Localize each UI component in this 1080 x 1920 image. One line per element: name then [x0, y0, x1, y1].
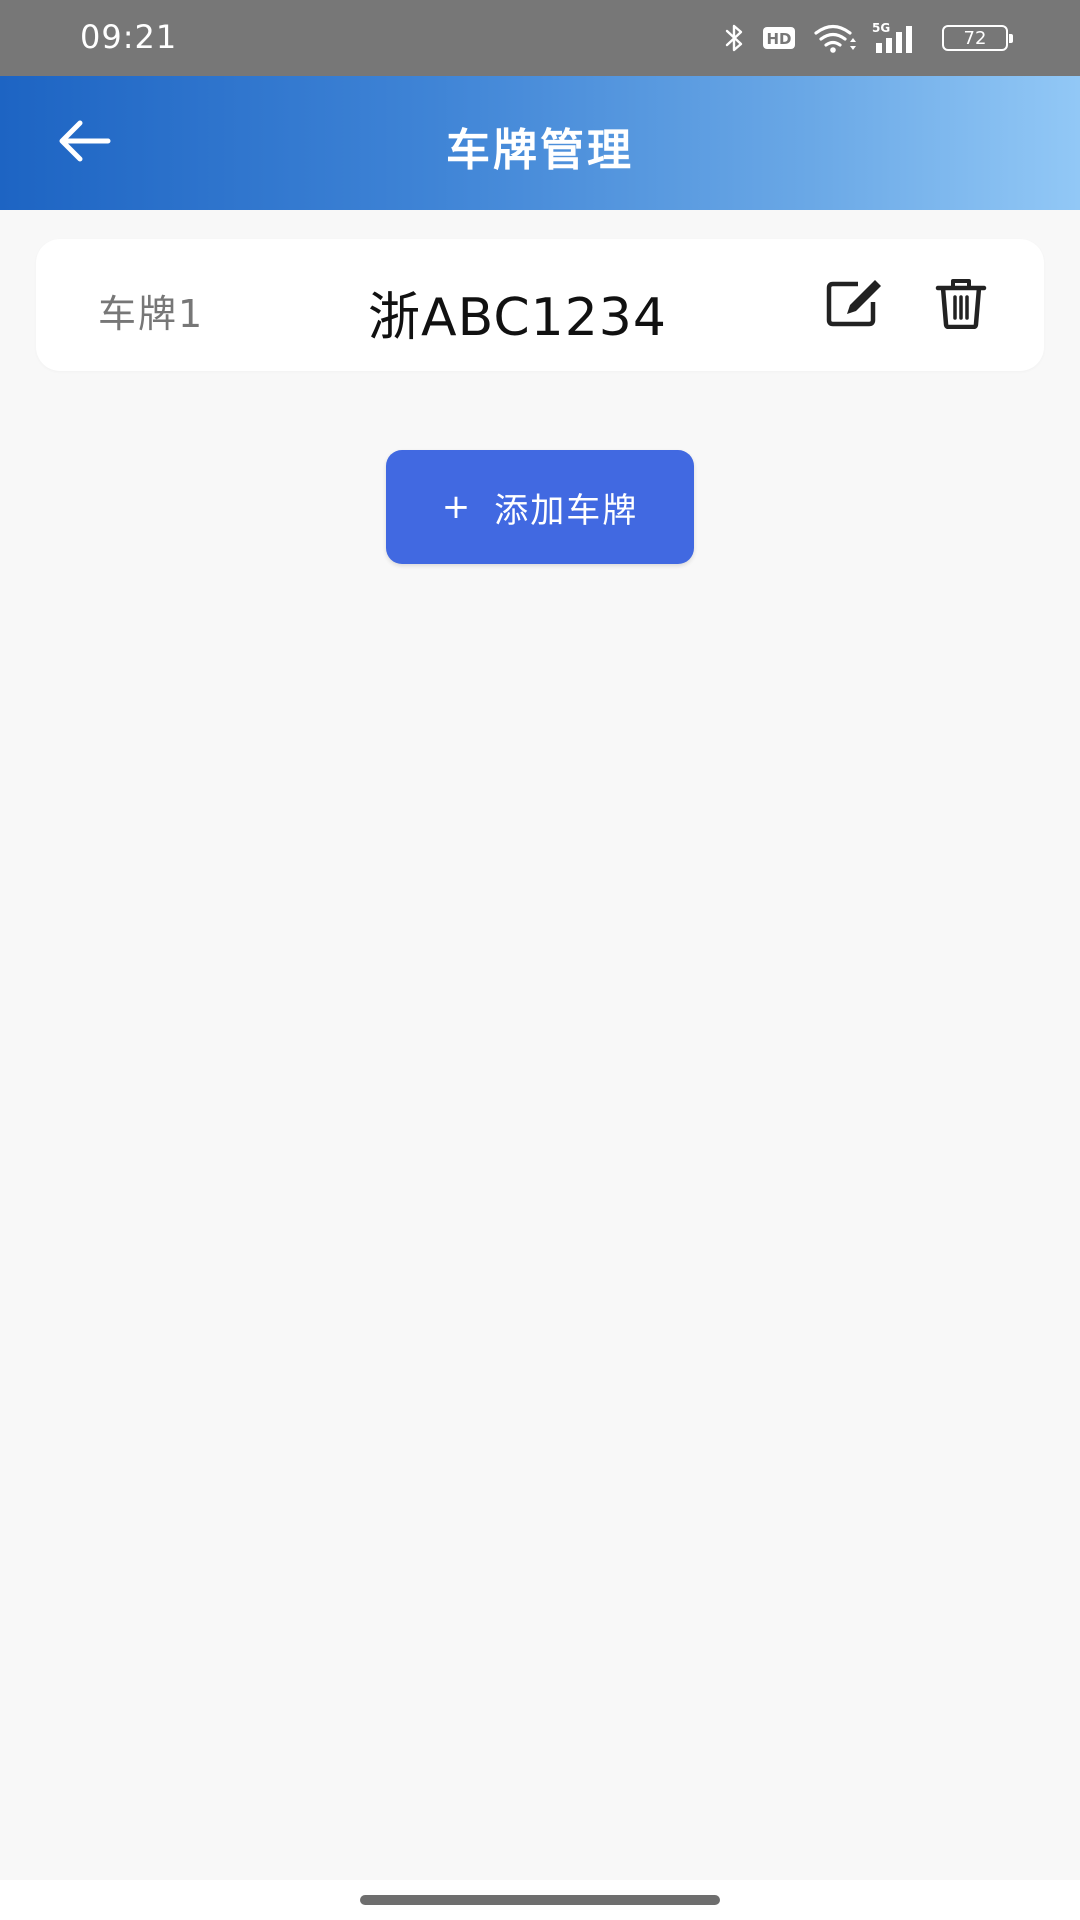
hd-icon: HD: [762, 26, 796, 50]
edit-icon: [825, 278, 883, 332]
signal-5g-icon: 5G: [872, 21, 922, 55]
status-bar: 09:21 HD 5G 72: [0, 0, 1080, 76]
plus-icon: +: [441, 487, 473, 527]
battery-icon: 72: [942, 25, 1013, 51]
plate-card: 车牌1 浙ABC1234: [36, 239, 1044, 371]
trash-icon: [935, 277, 987, 333]
add-plate-button[interactable]: + 添加车牌: [386, 450, 694, 564]
plate-number: 浙ABC1234: [368, 288, 667, 348]
home-indicator[interactable]: [360, 1895, 720, 1905]
page-title: 车牌管理: [446, 125, 634, 176]
plate-label: 车牌1: [98, 292, 205, 336]
wifi-icon: [812, 22, 856, 54]
network-label: 5G: [872, 21, 890, 35]
delete-plate-button[interactable]: [927, 271, 995, 339]
edit-plate-button[interactable]: [820, 271, 888, 339]
status-icons: HD 5G 72: [724, 18, 1013, 58]
add-plate-label: 添加车牌: [494, 490, 639, 531]
status-time: 09:21: [80, 18, 178, 56]
app-header: 车牌管理: [0, 76, 1080, 210]
bluetooth-icon: [724, 23, 746, 53]
battery-level: 72: [963, 27, 987, 49]
hd-label: HD: [766, 30, 791, 48]
